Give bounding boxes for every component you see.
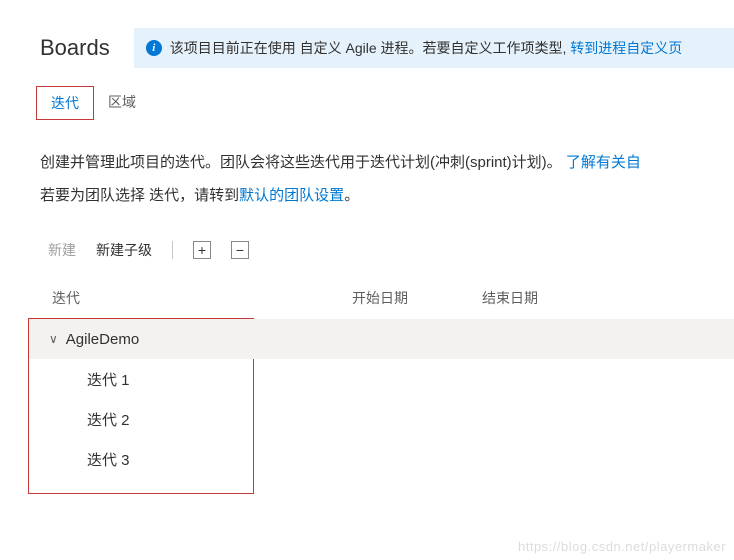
watermark: https://blog.csdn.net/playermaker [518,539,726,554]
banner-link[interactable]: 转到进程自定义页 [570,40,682,56]
tree-child-label: 迭代 3 [87,449,130,470]
desc-line1: 创建并管理此项目的迭代。团队会将这些迭代用于迭代计划(冲刺(sprint)计划)… [40,154,566,171]
expand-all-button[interactable]: + [193,241,211,259]
desc-line2b: 。 [344,187,359,204]
default-team-settings-link[interactable]: 默认的团队设置 [239,187,344,204]
page-title: Boards [40,35,110,61]
tab-areas[interactable]: 区域 [94,86,150,120]
tree-root-label: AgileDemo [66,331,139,348]
chevron-down-icon[interactable]: ∨ [49,332,58,346]
banner-text-body: 该项目目前正在使用 自定义 Agile 进程。若要自定义工作项类型, [170,40,571,56]
toolbar: 新建 新建子级 + − [0,212,734,274]
tabs: 迭代 区域 [0,68,734,120]
toolbar-divider [172,241,173,259]
desc-line2a: 若要为团队选择 迭代，请转到 [40,187,239,204]
info-banner: i 该项目目前正在使用 自定义 Agile 进程。若要自定义工作项类型, 转到进… [134,28,734,68]
new-child-button[interactable]: 新建子级 [96,240,152,260]
tree-child-row[interactable]: 迭代 2 [29,399,253,439]
tree-child-label: 迭代 2 [87,409,130,430]
learn-more-link[interactable]: 了解有关自 [566,154,641,171]
iteration-tree: ∨ AgileDemo 迭代 1 迭代 2 迭代 3 [0,318,734,494]
tree-highlight-box: ∨ AgileDemo 迭代 1 迭代 2 迭代 3 [28,318,254,494]
tree-child-row[interactable]: 迭代 1 [29,359,253,399]
tree-root-row[interactable]: ∨ AgileDemo [29,319,734,359]
info-icon: i [146,40,162,56]
banner-text: 该项目目前正在使用 自定义 Agile 进程。若要自定义工作项类型, 转到进程自… [170,38,683,58]
tab-iterations[interactable]: 迭代 [36,86,94,120]
description: 创建并管理此项目的迭代。团队会将这些迭代用于迭代计划(冲刺(sprint)计划)… [0,120,734,212]
tree-child-row[interactable]: 迭代 3 [29,439,253,479]
new-button[interactable]: 新建 [48,240,76,260]
collapse-all-button[interactable]: − [231,241,249,259]
col-header-start: 开始日期 [352,288,482,308]
col-header-iteration: 迭代 [52,288,352,308]
tree-child-label: 迭代 1 [87,369,130,390]
grid-header: 迭代 开始日期 结束日期 [0,274,734,318]
col-header-end: 结束日期 [482,288,612,308]
